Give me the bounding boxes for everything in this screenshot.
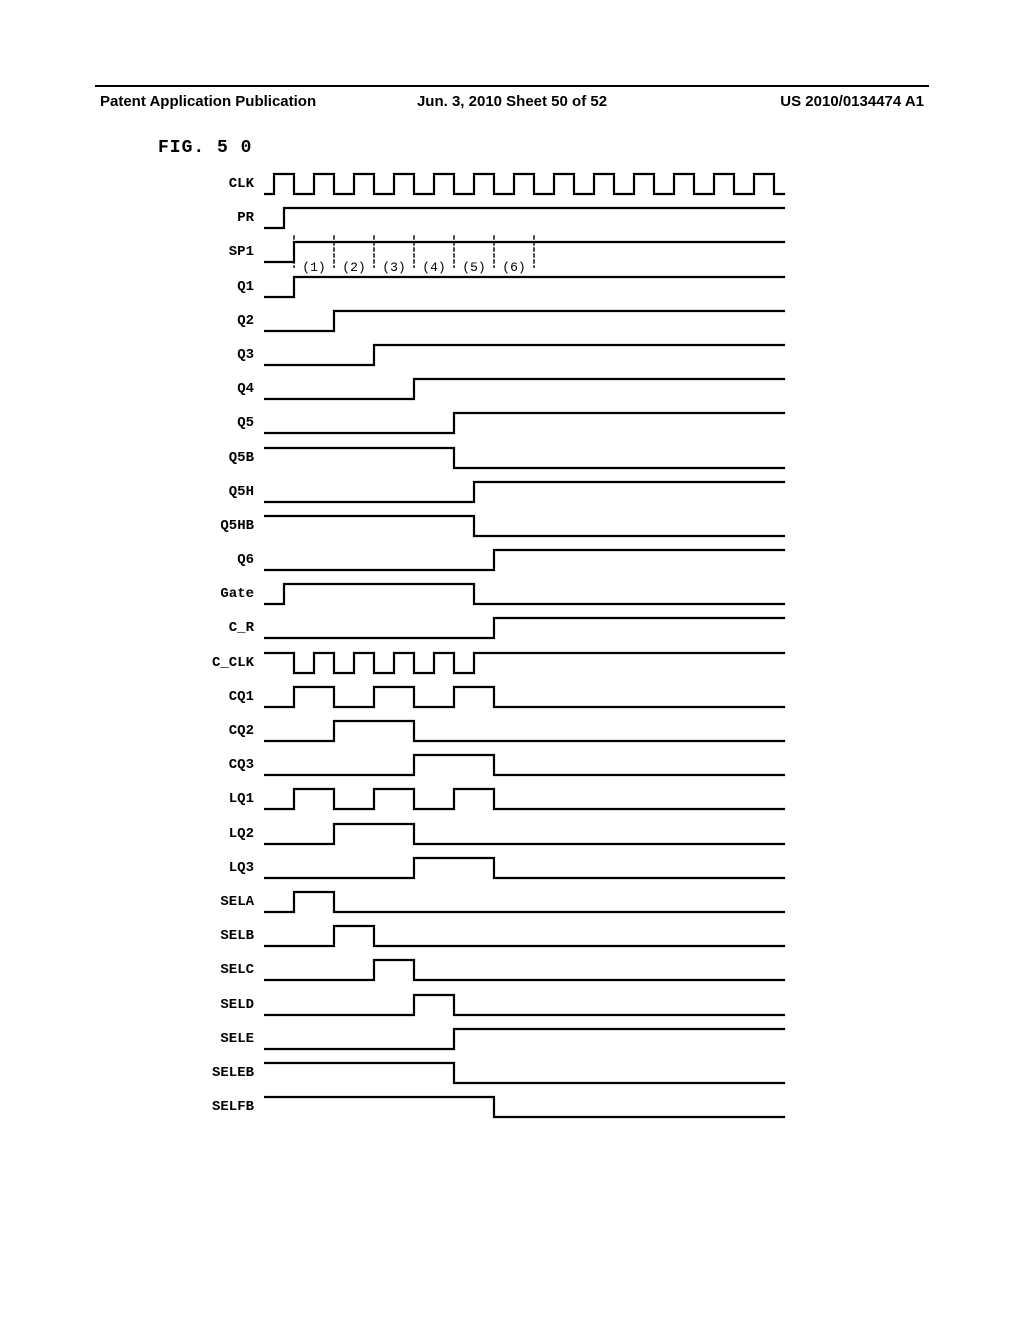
waveform bbox=[264, 371, 794, 405]
waveform bbox=[264, 679, 794, 713]
signal-row: Q5 bbox=[190, 405, 820, 439]
waveform bbox=[264, 610, 794, 644]
signal-label: Q6 bbox=[190, 552, 254, 568]
signal-label: Q3 bbox=[190, 347, 254, 363]
waveform bbox=[264, 884, 794, 918]
waveform bbox=[264, 987, 794, 1021]
signal-row: SELFB bbox=[190, 1089, 820, 1123]
clock-marker: (1) bbox=[302, 260, 325, 275]
signal-row: PR bbox=[190, 200, 820, 234]
signal-row: CQ3 bbox=[190, 747, 820, 781]
signal-label: CQ3 bbox=[190, 757, 254, 773]
signal-label: Q5B bbox=[190, 450, 254, 466]
signal-label: Q1 bbox=[190, 279, 254, 295]
signal-label: LQ2 bbox=[190, 826, 254, 842]
clock-marker: (2) bbox=[342, 260, 365, 275]
signal-row: Q6 bbox=[190, 542, 820, 576]
signal-label: Q5HB bbox=[190, 518, 254, 534]
page-header: Patent Application Publication Jun. 3, 2… bbox=[0, 85, 1024, 110]
waveform bbox=[264, 1021, 794, 1055]
waveform bbox=[264, 816, 794, 850]
signal-row: LQ3 bbox=[190, 850, 820, 884]
signal-label: C_CLK bbox=[190, 655, 254, 671]
signal-label: CLK bbox=[190, 176, 254, 192]
figure-label: FIG. 5 0 bbox=[158, 138, 252, 158]
waveform bbox=[264, 952, 794, 986]
signal-row: C_CLK bbox=[190, 645, 820, 679]
waveform bbox=[264, 850, 794, 884]
waveform bbox=[264, 576, 794, 610]
signal-label: SELB bbox=[190, 928, 254, 944]
waveform bbox=[264, 747, 794, 781]
waveform bbox=[264, 440, 794, 474]
waveform bbox=[264, 508, 794, 542]
signal-label: Q4 bbox=[190, 381, 254, 397]
signal-row: SELB bbox=[190, 918, 820, 952]
signal-label: LQ1 bbox=[190, 791, 254, 807]
signal-label: Q5 bbox=[190, 415, 254, 431]
signal-label: CQ2 bbox=[190, 723, 254, 739]
signal-row: SELE bbox=[190, 1021, 820, 1055]
waveform bbox=[264, 337, 794, 371]
signal-label: PR bbox=[190, 210, 254, 226]
signal-label: CQ1 bbox=[190, 689, 254, 705]
header-left: Patent Application Publication bbox=[100, 93, 375, 110]
signal-label: SELC bbox=[190, 962, 254, 978]
signal-row: Q5H bbox=[190, 474, 820, 508]
signal-label: LQ3 bbox=[190, 860, 254, 876]
waveform bbox=[264, 166, 794, 200]
waveform bbox=[264, 405, 794, 439]
signal-row: CLK bbox=[190, 166, 820, 200]
signal-row: Gate bbox=[190, 576, 820, 610]
waveform bbox=[264, 200, 794, 234]
signal-row: Q4 bbox=[190, 371, 820, 405]
signal-row: Q3 bbox=[190, 337, 820, 371]
clock-marker: (6) bbox=[502, 260, 525, 275]
waveform bbox=[264, 1055, 794, 1089]
header-right: US 2010/0134474 A1 bbox=[649, 93, 924, 110]
waveform bbox=[264, 918, 794, 952]
signal-row: SELEB bbox=[190, 1055, 820, 1089]
signal-label: SELD bbox=[190, 997, 254, 1013]
waveform bbox=[264, 781, 794, 815]
clock-marker: (4) bbox=[422, 260, 445, 275]
signal-row: CQ2 bbox=[190, 713, 820, 747]
signal-row: LQ2 bbox=[190, 816, 820, 850]
signal-label: Gate bbox=[190, 586, 254, 602]
signal-row: Q5B bbox=[190, 440, 820, 474]
header-mid: Jun. 3, 2010 Sheet 50 of 52 bbox=[375, 93, 650, 110]
clock-marker: (3) bbox=[382, 260, 405, 275]
signal-row: SELA bbox=[190, 884, 820, 918]
signal-label: SP1 bbox=[190, 244, 254, 260]
signal-label: SELFB bbox=[190, 1099, 254, 1115]
waveform bbox=[264, 542, 794, 576]
clock-marker: (5) bbox=[462, 260, 485, 275]
waveform bbox=[264, 645, 794, 679]
waveform bbox=[264, 474, 794, 508]
signal-row: SELC bbox=[190, 952, 820, 986]
signal-label: Q5H bbox=[190, 484, 254, 500]
timing-diagram: CLK PR SP1 Q1 Q2 Q3 Q4 Q5 Q5B Q5H Q5HB Q6 Gate C_R C_C… bbox=[190, 166, 820, 1123]
signal-label: SELE bbox=[190, 1031, 254, 1047]
signal-label: SELEB bbox=[190, 1065, 254, 1081]
signal-row: Q5HB bbox=[190, 508, 820, 542]
waveform bbox=[264, 303, 794, 337]
signal-row: LQ1 bbox=[190, 781, 820, 815]
waveform bbox=[264, 1089, 794, 1123]
signal-row: CQ1 bbox=[190, 679, 820, 713]
signal-row: SELD bbox=[190, 987, 820, 1021]
signal-label: Q2 bbox=[190, 313, 254, 329]
signal-row: Q2 bbox=[190, 303, 820, 337]
signal-row: C_R bbox=[190, 610, 820, 644]
waveform bbox=[264, 713, 794, 747]
signal-label: C_R bbox=[190, 620, 254, 636]
signal-label: SELA bbox=[190, 894, 254, 910]
